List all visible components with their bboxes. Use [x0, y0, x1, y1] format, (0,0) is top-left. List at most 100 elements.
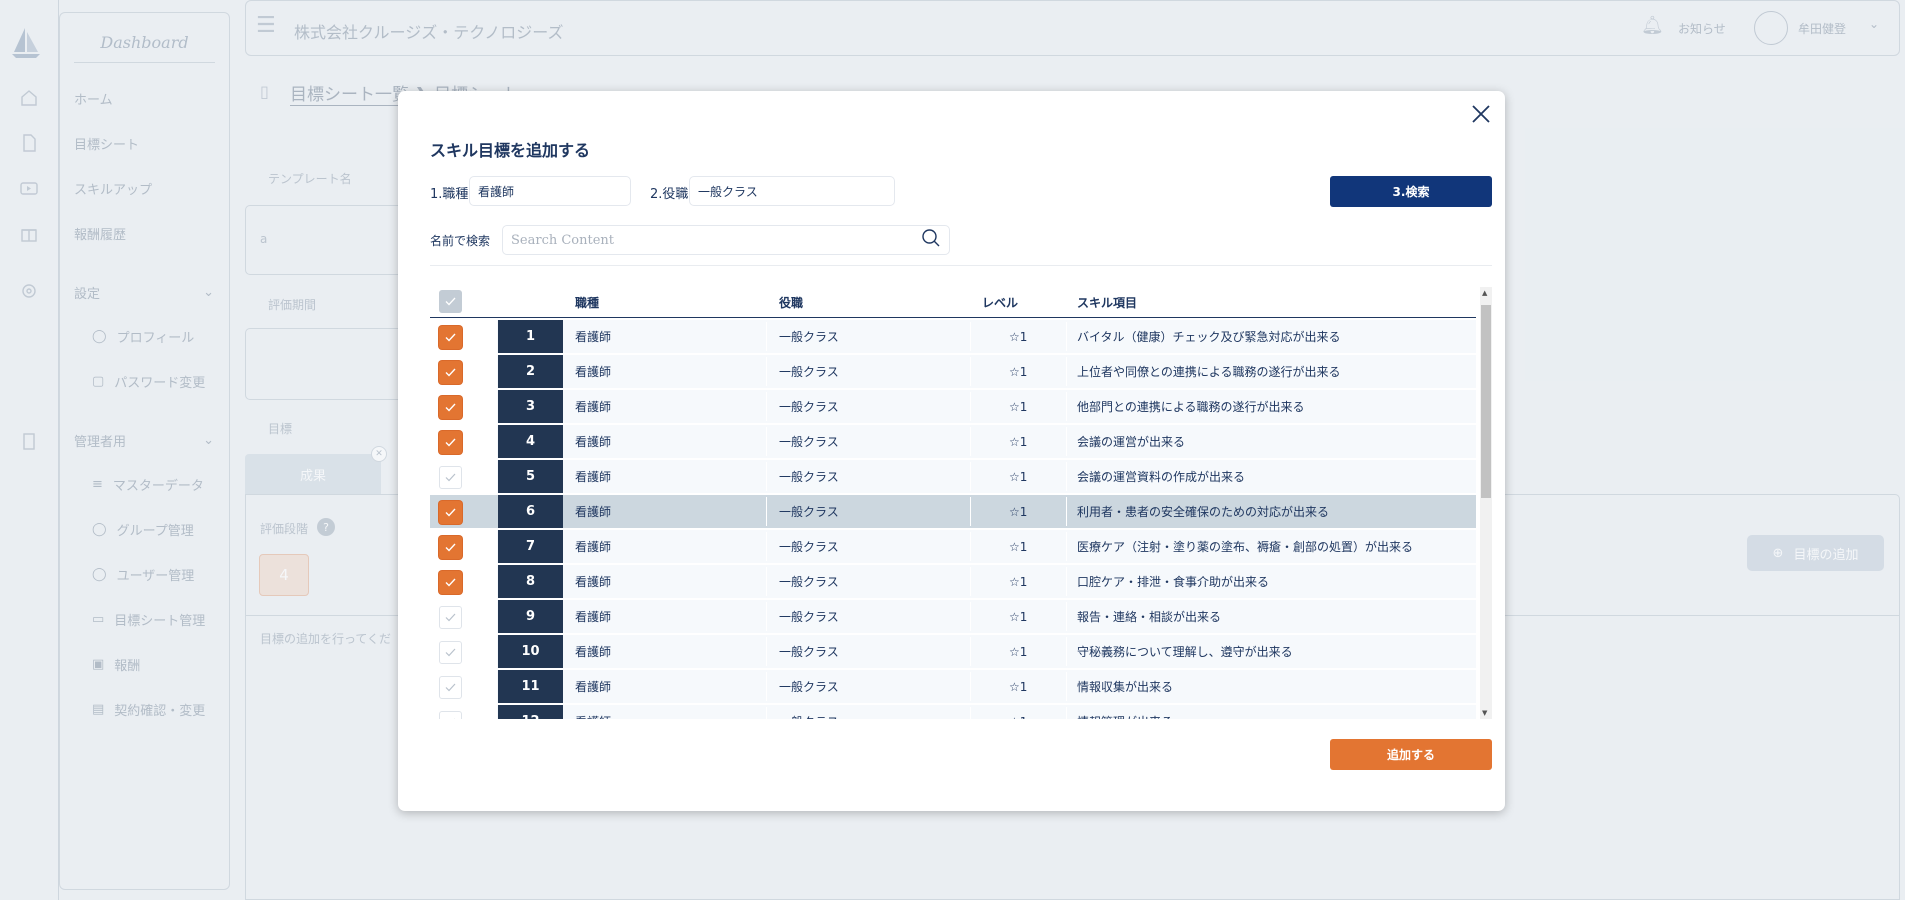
cell-job: 看護師 — [575, 610, 612, 624]
row-number: 11 — [498, 670, 563, 703]
scroll-down-icon[interactable]: ▼ — [1482, 709, 1487, 717]
skill-table: 職種 役職 レベル スキル項目 1 看護師 一般クラス ☆1 バイタル（健康）チェック及… — [430, 287, 1492, 719]
cell-position: 一般クラス — [779, 645, 839, 659]
column-separator — [970, 532, 971, 561]
cell-level: ☆1 — [1009, 609, 1028, 624]
row-checkbox[interactable] — [439, 676, 462, 699]
cell-skill: 他部門との連携による職務の遂行が出来る — [1077, 400, 1305, 414]
cell-level: ☆1 — [1009, 704, 1027, 720]
row-number: 4 — [498, 425, 563, 458]
table-row[interactable]: 12 看護師 一般クラス ☆1 情報管理が出来る — [430, 704, 1476, 719]
table-row[interactable]: 6 看護師 一般クラス ☆1 利用者・患者の安全確保のための対応が出来る — [430, 494, 1476, 529]
column-separator — [1066, 672, 1067, 701]
check-icon — [445, 613, 456, 622]
table-row[interactable]: 4 看護師 一般クラス ☆1 会議の運営が出来る — [430, 424, 1476, 459]
check-icon — [445, 438, 456, 447]
column-separator — [970, 637, 971, 666]
row-checkbox[interactable] — [439, 361, 462, 384]
row-checkbox[interactable] — [439, 326, 462, 349]
cell-skill: 利用者・患者の安全確保のための対応が出来る — [1077, 505, 1330, 519]
job-type-field[interactable]: 看護師 — [469, 176, 631, 206]
cell-job: 看護師 — [575, 645, 612, 659]
table-row[interactable]: 9 看護師 一般クラス ☆1 報告・連絡・相談が出来る — [430, 599, 1476, 634]
check-icon — [445, 473, 456, 482]
job-type-label: 1.職種 — [430, 187, 469, 202]
cell-level: ☆1 — [1009, 679, 1028, 694]
column-separator — [970, 567, 971, 596]
column-separator — [970, 357, 971, 386]
column-separator — [766, 532, 767, 561]
cell-position: 一般クラス — [779, 704, 839, 719]
cell-level: ☆1 — [1009, 434, 1028, 449]
row-checkbox[interactable] — [439, 396, 462, 419]
row-background — [497, 390, 1476, 423]
position-field[interactable]: 一般クラス — [689, 176, 895, 206]
row-checkbox[interactable] — [439, 571, 462, 594]
cell-level: ☆1 — [1009, 469, 1028, 484]
cell-job: 看護師 — [575, 400, 612, 414]
row-checkbox[interactable] — [439, 431, 462, 454]
table-row[interactable]: 8 看護師 一般クラス ☆1 口腔ケア・排泄・食事介助が出来る — [430, 564, 1476, 599]
close-icon[interactable] — [1470, 103, 1492, 125]
cell-skill: 口腔ケア・排泄・食事介助が出来る — [1077, 575, 1270, 589]
table-row[interactable]: 3 看護師 一般クラス ☆1 他部門との連携による職務の遂行が出来る — [430, 389, 1476, 424]
cell-position: 一般クラス — [779, 540, 839, 554]
search-icon[interactable] — [921, 228, 941, 252]
name-search-label: 名前で検索 — [430, 234, 491, 248]
table-row[interactable]: 7 看護師 一般クラス ☆1 医療ケア（注射・塗り薬の塗布、褥瘡・創部の処置）が出来る — [430, 529, 1476, 564]
cell-job: 看護師 — [575, 704, 611, 719]
column-separator — [766, 707, 767, 719]
cell-skill: 医療ケア（注射・塗り薬の塗布、褥瘡・創部の処置）が出来る — [1077, 540, 1414, 554]
cell-level: ☆1 — [1009, 644, 1028, 659]
column-separator — [1066, 462, 1067, 491]
table-row[interactable]: 10 看護師 一般クラス ☆1 守秘義務について理解し、遵守が出来る — [430, 634, 1476, 669]
table-row[interactable]: 2 看護師 一般クラス ☆1 上位者や同僚との連携による職務の遂行が出来る — [430, 354, 1476, 389]
row-checkbox[interactable] — [439, 641, 462, 664]
table-row[interactable]: 5 看護師 一般クラス ☆1 会議の運営資料の作成が出来る — [430, 459, 1476, 494]
select-all-checkbox[interactable] — [439, 290, 462, 313]
column-separator — [1066, 497, 1067, 526]
column-separator — [766, 392, 767, 421]
table-row[interactable]: 11 看護師 一般クラス ☆1 情報収集が出来る — [430, 669, 1476, 704]
cell-skill: バイタル（健康）チェック及び緊急対応が出来る — [1077, 330, 1341, 344]
cell-skill: 会議の運営資料の作成が出来る — [1077, 470, 1246, 484]
cell-position: 一般クラス — [779, 435, 839, 449]
column-separator — [970, 427, 971, 456]
row-background — [497, 425, 1476, 458]
column-header-skill: スキル項目 — [1077, 295, 1138, 310]
column-separator — [1066, 532, 1067, 561]
cell-position: 一般クラス — [779, 610, 839, 624]
column-separator — [1066, 637, 1067, 666]
row-checkbox[interactable] — [439, 711, 462, 719]
scrollbar[interactable]: ▲ ▼ — [1480, 287, 1492, 719]
column-separator — [1066, 392, 1067, 421]
add-skill-goal-modal: スキル目標を追加する 1.職種 看護師 2.役職 一般クラス 3.検索 名前で検… — [398, 91, 1505, 811]
row-checkbox[interactable] — [439, 466, 462, 489]
column-header-level: レベル — [982, 295, 1019, 310]
row-checkbox[interactable] — [439, 501, 462, 524]
row-checkbox[interactable] — [439, 606, 462, 629]
table-row[interactable]: 1 看護師 一般クラス ☆1 バイタル（健康）チェック及び緊急対応が出来る — [430, 319, 1476, 354]
column-separator — [1066, 427, 1067, 456]
search-button[interactable]: 3.検索 — [1330, 176, 1492, 207]
add-button[interactable]: 追加する — [1330, 739, 1492, 770]
cell-position: 一般クラス — [779, 400, 839, 414]
row-number: 10 — [498, 635, 563, 668]
row-checkbox[interactable] — [439, 536, 462, 559]
header-divider — [430, 317, 1476, 318]
check-icon — [445, 578, 456, 587]
cell-skill: 情報管理が出来る — [1077, 704, 1173, 719]
column-separator — [970, 602, 971, 631]
scrollbar-thumb[interactable] — [1481, 305, 1491, 498]
row-background — [497, 460, 1476, 493]
cell-level: ☆1 — [1009, 364, 1028, 379]
column-separator — [766, 497, 767, 526]
cell-level: ☆1 — [1009, 399, 1028, 414]
scroll-up-icon[interactable]: ▲ — [1482, 289, 1487, 297]
cell-job: 看護師 — [575, 505, 612, 519]
cell-job: 看護師 — [575, 330, 612, 344]
cell-position: 一般クラス — [779, 575, 839, 589]
search-input[interactable]: Search Content — [502, 225, 950, 255]
cell-job: 看護師 — [575, 470, 612, 484]
row-number: 1 — [498, 320, 563, 353]
